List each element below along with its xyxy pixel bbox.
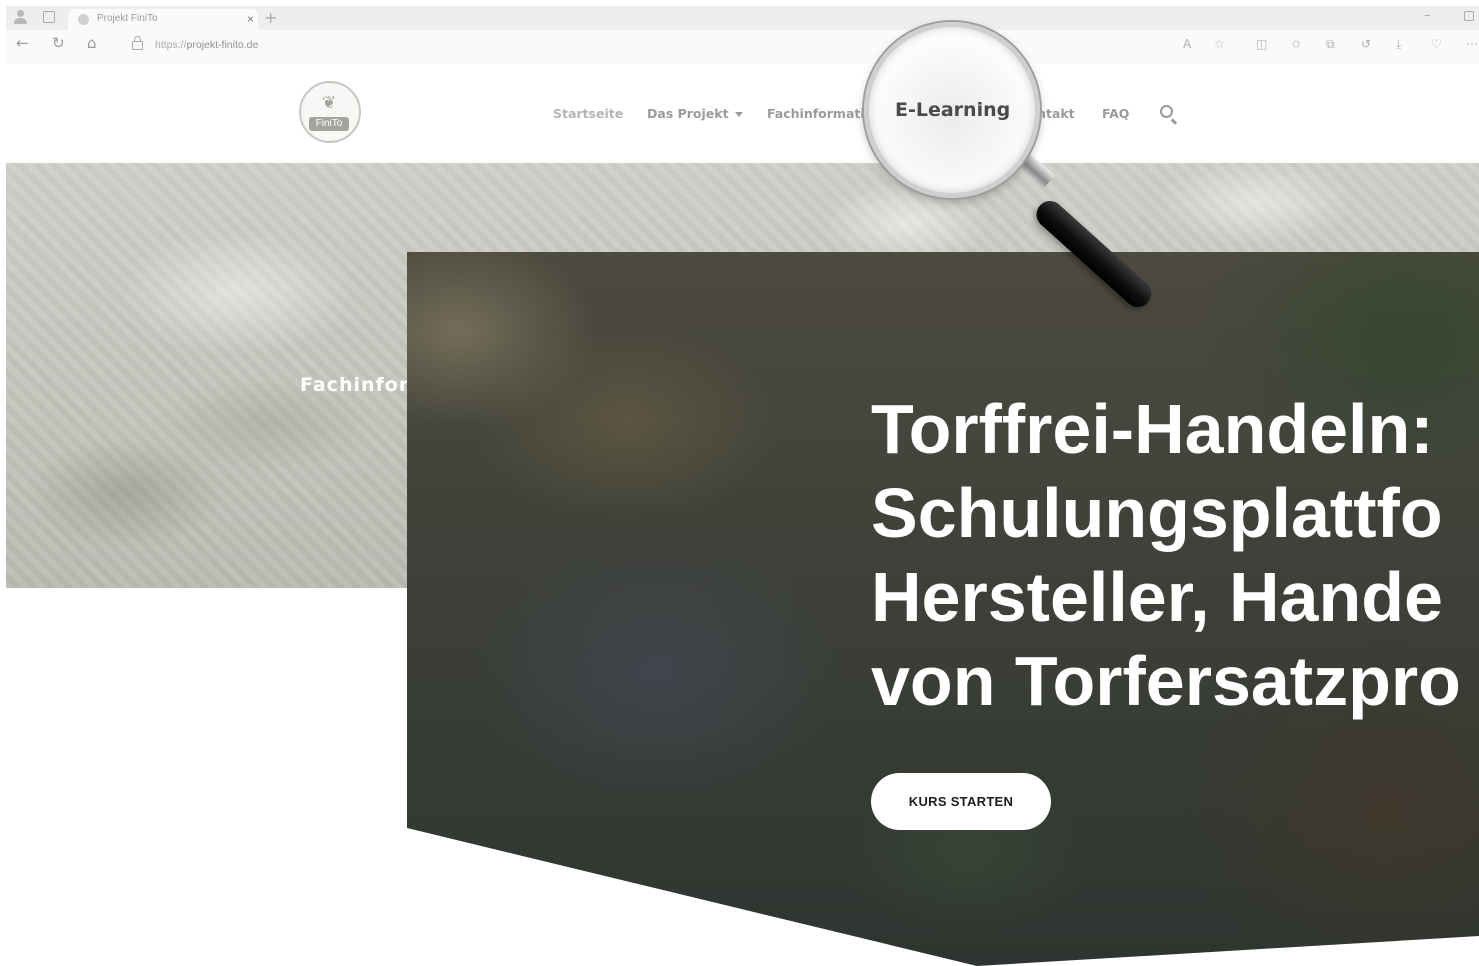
elearning-headline: Torffrei-Handeln: Schulungsplattfo Herst… bbox=[871, 387, 1479, 723]
restore-button[interactable] bbox=[1464, 11, 1474, 21]
url-scheme: https:// bbox=[155, 39, 187, 51]
url-field[interactable]: https://projekt-finito.de bbox=[155, 39, 258, 51]
favorite-star-icon[interactable]: ☆ bbox=[1214, 37, 1225, 51]
nav-das-projekt-label: Das Projekt bbox=[647, 106, 729, 121]
home-icon[interactable]: ⌂ bbox=[87, 34, 97, 52]
favicon-icon bbox=[78, 14, 89, 25]
headline-line-3: Hersteller, Hande bbox=[871, 558, 1443, 636]
hero-page-title: Fachinfor bbox=[300, 374, 410, 396]
close-tab-icon[interactable]: × bbox=[247, 12, 254, 26]
collections-icon[interactable]: ⧉ bbox=[1326, 37, 1335, 52]
site-header: ❦ FiniTo Startseite Das Projekt Fachinfo… bbox=[6, 64, 1479, 163]
more-menu-icon[interactable]: ⋯ bbox=[1466, 37, 1478, 51]
split-screen-icon[interactable]: ◫ bbox=[1256, 37, 1267, 51]
tab-title: Projekt FiniTo bbox=[97, 13, 158, 24]
extensions-icon[interactable]: ♡ bbox=[1431, 37, 1442, 51]
finito-logo[interactable]: ❦ FiniTo bbox=[299, 81, 361, 143]
refresh-icon[interactable]: ↻ bbox=[52, 34, 65, 52]
read-aloud-icon[interactable]: A bbox=[1183, 37, 1191, 51]
url-domain: projekt-finito.de bbox=[186, 39, 259, 51]
headline-line-1: Torffrei-Handeln: bbox=[871, 390, 1434, 468]
address-bar-row: ← ↻ ⌂ https://projekt-finito.de A ☆ ◫ ✩ … bbox=[6, 30, 1479, 64]
lock-icon[interactable] bbox=[132, 36, 143, 50]
minimize-button[interactable]: – bbox=[1424, 8, 1431, 23]
downloads-icon[interactable]: ⤓ bbox=[1396, 37, 1401, 52]
favorites-icon[interactable]: ✩ bbox=[1291, 37, 1301, 51]
browser-tab[interactable]: Projekt FiniTo × bbox=[68, 9, 258, 30]
plant-icon: ❦ bbox=[322, 93, 337, 113]
headline-line-4: von Torfersatzpro bbox=[871, 642, 1461, 720]
headline-line-2: Schulungsplattfo bbox=[871, 474, 1443, 552]
nav-faq[interactable]: FAQ bbox=[1102, 106, 1129, 121]
nav-das-projekt[interactable]: Das Projekt bbox=[647, 106, 743, 121]
kurs-starten-button[interactable]: KURS STARTEN bbox=[871, 773, 1051, 830]
browser-window: Projekt FiniTo × + – ← ↻ ⌂ https://proje… bbox=[6, 6, 1479, 64]
nav-startseite[interactable]: Startseite bbox=[553, 106, 623, 121]
back-icon[interactable]: ← bbox=[16, 34, 29, 52]
logo-label: FiniTo bbox=[309, 117, 349, 131]
new-tab-button[interactable]: + bbox=[264, 8, 277, 27]
tab-actions-icon[interactable] bbox=[43, 11, 55, 23]
search-icon[interactable] bbox=[1160, 105, 1173, 118]
tab-strip: Projekt FiniTo × + – bbox=[6, 6, 1479, 30]
history-icon[interactable]: ↺ bbox=[1361, 37, 1371, 51]
chevron-down-icon bbox=[734, 112, 743, 117]
nav-e-learning[interactable]: E-Learning bbox=[895, 99, 1010, 121]
profile-icon[interactable] bbox=[14, 10, 27, 24]
